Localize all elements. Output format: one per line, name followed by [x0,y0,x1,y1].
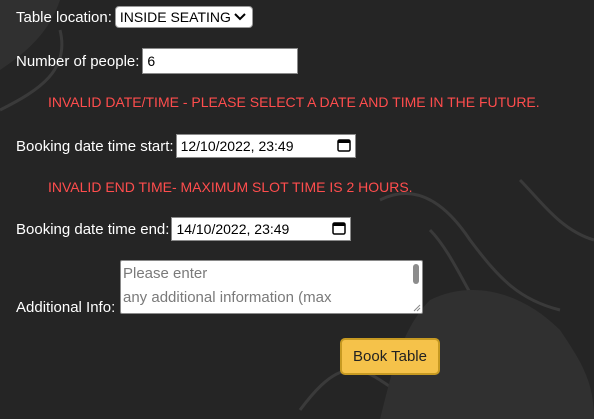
num-people-value: 6 [147,53,156,69]
booking-end-input[interactable]: 14/10/2022, 23:49 [171,217,352,241]
booking-start-row: Booking date time start: 12/10/2022, 23:… [16,134,356,158]
num-people-label: Number of people: [16,52,140,70]
additional-info-textarea[interactable]: Please enter any additional information … [120,260,423,314]
table-location-value: INSIDE SEATING [119,9,231,25]
additional-info-label: Additional Info: [16,299,116,316]
booking-start-value: 12/10/2022, 23:49 [180,138,294,154]
textarea-scrollbar[interactable] [413,264,419,284]
resize-handle-icon[interactable] [413,304,421,312]
table-location-row: Table location: INSIDE SEATING [16,6,253,28]
table-location-select[interactable]: INSIDE SEATING [114,6,253,28]
calendar-icon[interactable] [332,221,347,238]
booking-start-label: Booking date time start: [16,137,174,155]
booking-end-row: Booking date time end: 14/10/2022, 23:49 [16,217,352,241]
booking-end-value: 14/10/2022, 23:49 [176,221,290,237]
book-table-button[interactable]: Book Table [340,338,440,375]
num-people-row: Number of people: 6 [16,48,299,74]
calendar-icon[interactable] [336,138,351,155]
endtime-error-message: INVALID END TIME- MAXIMUM SLOT TIME IS 2… [48,179,413,195]
textarea-placeholder-line-1: Please enter [123,265,208,282]
table-location-label: Table location: [16,8,112,26]
booking-start-input[interactable]: 12/10/2022, 23:49 [175,134,356,158]
textarea-placeholder-line-2: any additional information (max [123,289,332,306]
booking-end-label: Booking date time end: [16,220,170,238]
chevron-down-icon [234,10,246,24]
additional-info-row: Additional Info: [16,299,115,316]
num-people-input[interactable]: 6 [142,48,299,74]
datetime-error-message: INVALID DATE/TIME - PLEASE SELECT A DATE… [48,94,540,110]
